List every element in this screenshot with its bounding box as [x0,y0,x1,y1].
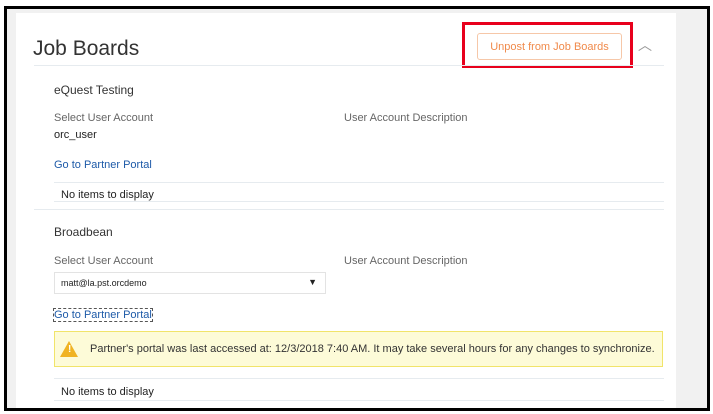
dropdown-arrow-icon: ▼ [308,277,317,287]
warning-text: Partner's portal was last accessed at: 1… [90,343,655,355]
divider [54,400,664,401]
page-title: Job Boards [33,37,140,60]
empty-message: No items to display [61,189,154,201]
divider [34,209,664,210]
job-boards-panel: Job Boards Unpost from Job Boards ︿ eQue… [16,13,676,408]
account-value: orc_user [54,129,97,141]
account-select-value: matt@la.pst.orcdemo [61,278,147,288]
partner-portal-link[interactable]: Go to Partner Portal [53,308,153,322]
warning-banner: ! Partner's portal was last accessed at:… [54,331,663,367]
screenshot-frame: Job Boards Unpost from Job Boards ︿ eQue… [4,6,710,411]
warning-icon: ! [60,341,78,357]
description-label: User Account Description [344,255,468,267]
select-account-label: Select User Account [54,112,154,124]
section-title: Broadbean [54,225,113,239]
select-account-label: Select User Account [54,255,154,267]
empty-message: No items to display [61,386,154,398]
partner-portal-link[interactable]: Go to Partner Portal [54,159,152,171]
account-select[interactable]: matt@la.pst.orcdemo ▼ [54,272,326,294]
chevron-up-icon[interactable]: ︿ [638,35,652,55]
divider [54,182,664,183]
divider [54,378,664,379]
divider [34,65,664,66]
description-label: User Account Description [344,112,468,124]
divider [54,201,664,202]
section-title: eQuest Testing [54,83,134,97]
highlight-box [462,22,633,68]
